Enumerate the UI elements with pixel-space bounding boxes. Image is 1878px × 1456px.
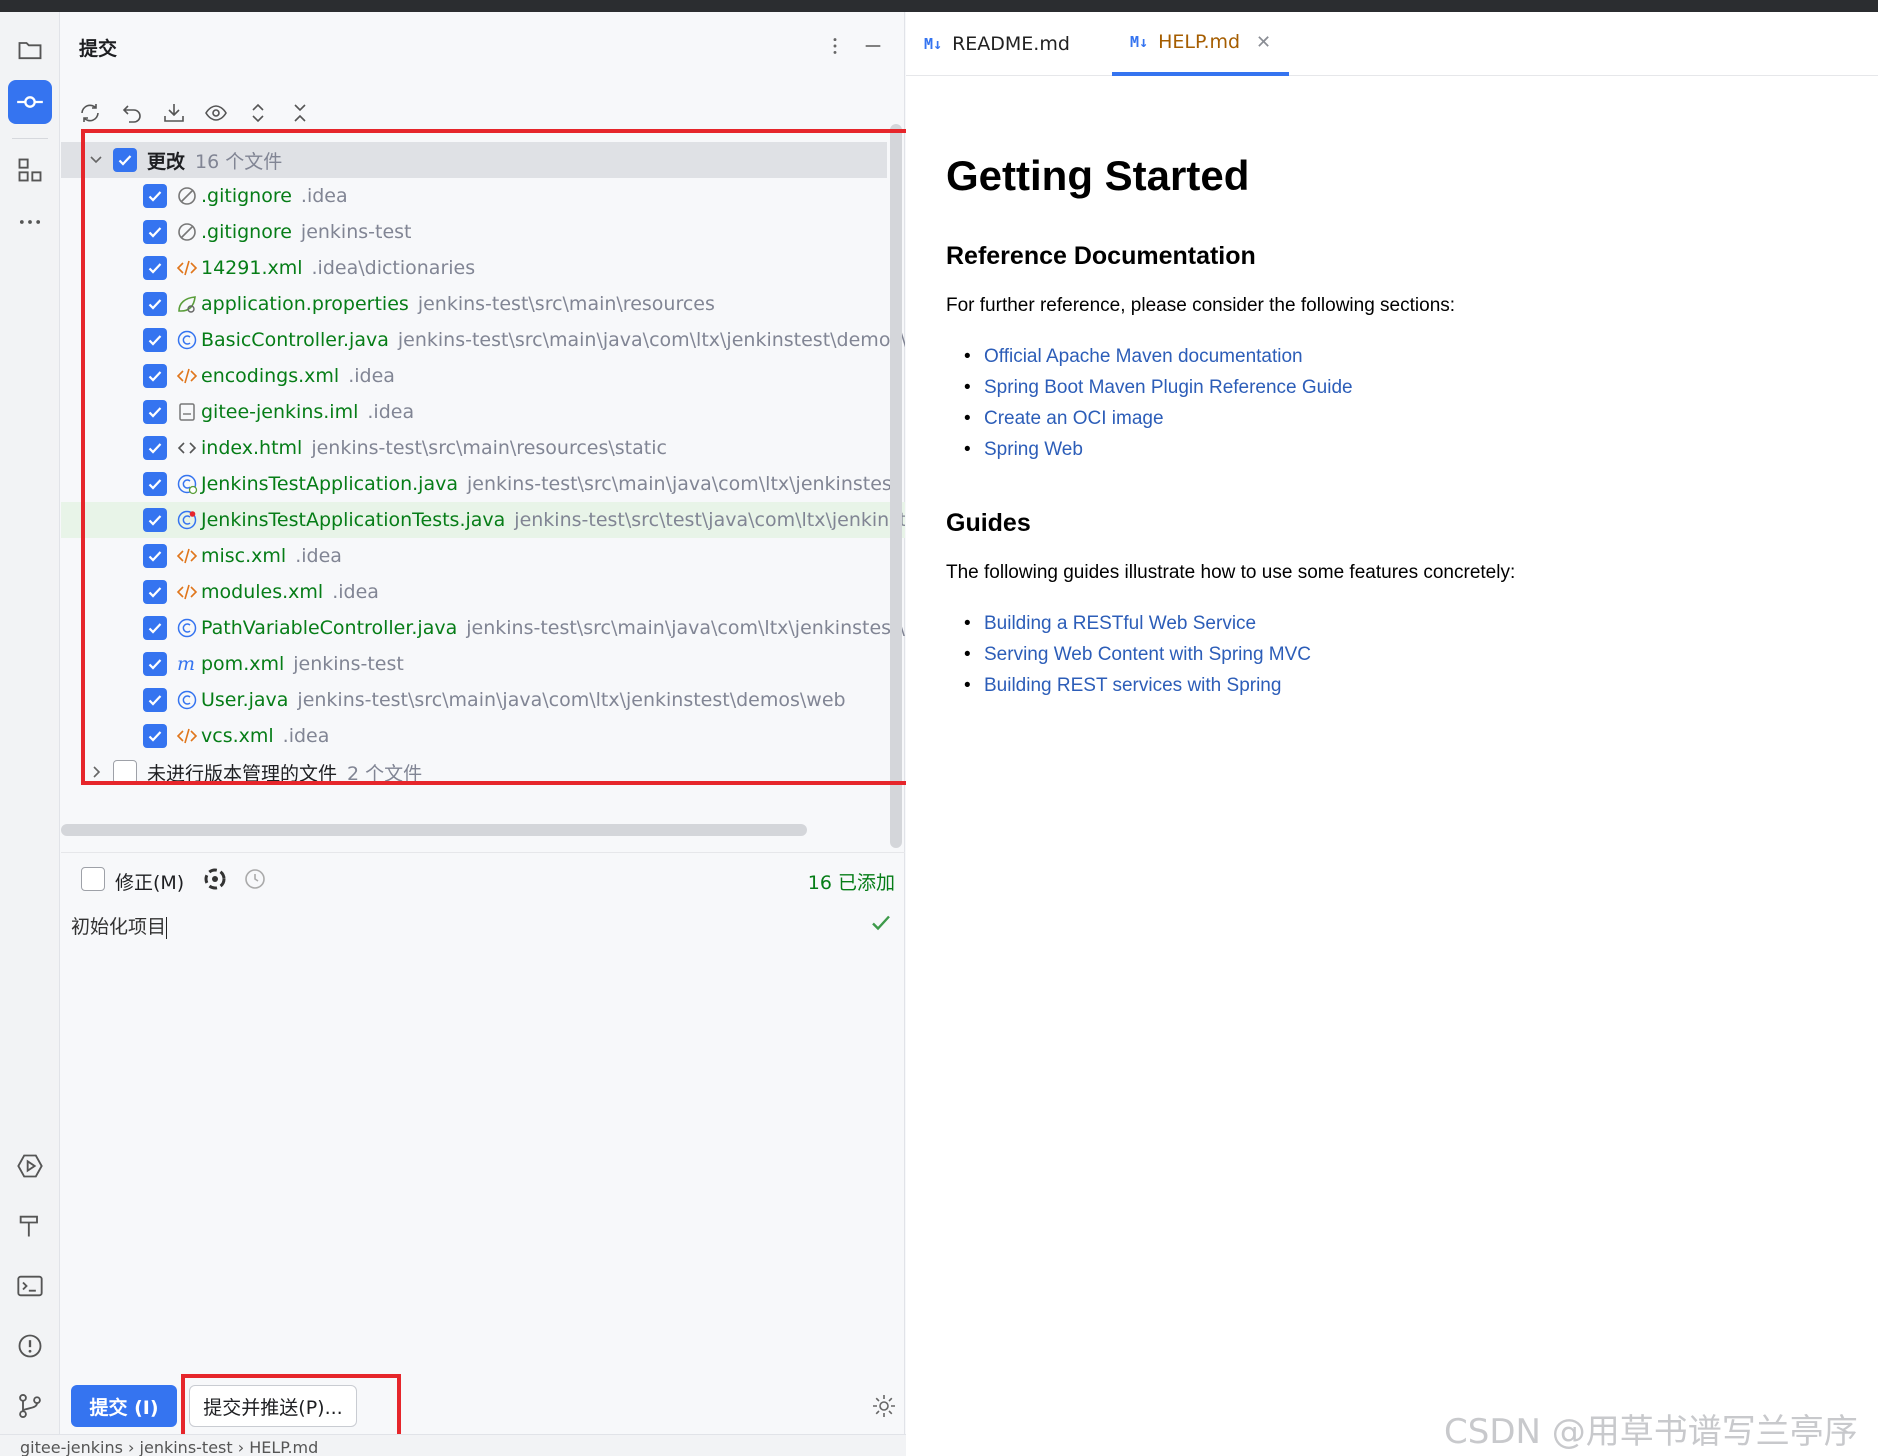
commit-history-button[interactable]	[241, 865, 269, 893]
guides-list: Building a RESTful Web Service Serving W…	[964, 608, 1846, 701]
structure-tool-button[interactable]	[8, 148, 52, 192]
markdown-icon: M↓	[924, 35, 943, 53]
commit-icon	[17, 96, 43, 108]
build-tool-button[interactable]	[8, 1204, 52, 1248]
ai-commit-message-button[interactable]	[201, 865, 229, 893]
doc-title: Getting Started	[946, 152, 1250, 199]
expand-icon	[252, 103, 264, 123]
eye-icon	[205, 105, 227, 121]
structure-icon	[18, 158, 42, 182]
git-tool-button[interactable]	[8, 1384, 52, 1428]
update-button[interactable]	[159, 98, 189, 128]
commit-button[interactable]: 提交 (I)	[71, 1385, 177, 1427]
commit-message-text: 初始化项目	[71, 916, 167, 938]
amend-checkbox[interactable]	[81, 867, 105, 891]
tool-window-strip	[0, 12, 60, 1434]
collapse-icon	[294, 104, 306, 122]
collapse-all-button[interactable]	[285, 98, 315, 128]
close-icon[interactable]: ✕	[1256, 32, 1271, 53]
problems-tool-button[interactable]	[8, 1324, 52, 1368]
doc-link[interactable]: Official Apache Maven documentation	[964, 341, 1846, 372]
panel-options-button[interactable]	[823, 34, 847, 58]
tab-label: HELP.md	[1158, 31, 1241, 53]
undo-icon	[122, 105, 141, 123]
rollback-button[interactable]	[117, 98, 147, 128]
tree-horizontal-scrollbar[interactable]	[61, 824, 807, 836]
doc-link[interactable]: Building a RESTful Web Service	[964, 608, 1846, 639]
status-bar: gitee-jenkins › jenkins-test › HELP.md	[0, 1434, 906, 1456]
panel-header: 提交	[61, 12, 905, 76]
tab-readme[interactable]: M↓ README.md	[924, 12, 1070, 76]
check-icon	[872, 915, 890, 931]
breadcrumb-item[interactable]: gitee-jenkins	[20, 1438, 123, 1456]
services-icon	[17, 1154, 43, 1178]
show-diff-button[interactable]	[201, 98, 231, 128]
project-tool-button[interactable]	[8, 28, 52, 72]
refresh-icon	[81, 104, 99, 122]
editor-area: M↓ README.md M↓ HELP.md ✕ Getting Starte…	[906, 12, 1878, 1456]
doc-link[interactable]: Spring Boot Maven Plugin Reference Guide	[964, 372, 1846, 403]
editor-tabs: M↓ README.md M↓ HELP.md ✕	[906, 12, 1878, 76]
markdown-icon: M↓	[1130, 33, 1149, 51]
reference-heading: Reference Documentation	[946, 242, 1256, 270]
breadcrumb-item[interactable]: jenkins-test	[140, 1438, 233, 1456]
chevron-right-icon: ›	[128, 1438, 140, 1456]
guides-heading: Guides	[946, 509, 1031, 537]
markdown-preview: Getting Started Reference Documentation …	[946, 152, 1846, 745]
reference-intro: For further reference, please consider t…	[946, 295, 1456, 316]
warning-circle-icon	[18, 1334, 42, 1358]
reference-list: Official Apache Maven documentation Spri…	[964, 341, 1846, 465]
hammer-icon	[19, 1215, 38, 1237]
terminal-icon	[17, 1275, 43, 1297]
tab-help[interactable]: M↓ HELP.md ✕	[1112, 12, 1290, 76]
panel-title: 提交	[79, 38, 118, 60]
panel-minimize-button[interactable]	[861, 34, 885, 58]
doc-link[interactable]: Building REST services with Spring	[964, 670, 1846, 701]
vertical-more-icon	[833, 38, 837, 54]
folder-icon	[18, 42, 42, 60]
added-count: 16 已添加	[807, 872, 895, 894]
run-tool-button[interactable]	[8, 1144, 52, 1188]
minimize-icon	[865, 45, 881, 47]
refresh-button[interactable]	[75, 98, 105, 128]
breadcrumb: gitee-jenkins › jenkins-test › HELP.md	[20, 1438, 318, 1456]
commit-tool-button[interactable]	[8, 80, 52, 124]
amend-row: 修正(M) 16 已添加	[61, 852, 905, 898]
doc-link[interactable]: Create an OCI image	[964, 403, 1846, 434]
window-top-bar	[0, 0, 1878, 12]
download-icon	[164, 104, 184, 122]
guides-intro: The following guides illustrate how to u…	[946, 562, 1516, 583]
git-branch-icon	[19, 1393, 41, 1419]
commit-message-input[interactable]: 初始化项目	[71, 912, 168, 939]
gear-icon[interactable]	[871, 1393, 897, 1419]
annotation-box-changes	[81, 129, 937, 785]
clock-icon	[245, 869, 265, 889]
doc-link[interactable]: Spring Web	[964, 434, 1846, 465]
amend-label[interactable]: 修正(M)	[115, 868, 184, 895]
watermark: CSDN @用草书谱写兰亭序	[1444, 1412, 1858, 1452]
tab-label: README.md	[952, 33, 1070, 55]
breadcrumb-item[interactable]: HELP.md	[249, 1438, 318, 1456]
chevron-right-icon: ›	[237, 1438, 250, 1456]
more-icon	[19, 220, 41, 224]
commit-toolbar	[75, 98, 315, 128]
doc-link[interactable]: Serving Web Content with Spring MVC	[964, 639, 1846, 670]
expand-all-button[interactable]	[243, 98, 273, 128]
ai-assistant-icon	[204, 868, 226, 890]
terminal-tool-button[interactable]	[8, 1264, 52, 1308]
more-tools-button[interactable]	[8, 200, 52, 244]
